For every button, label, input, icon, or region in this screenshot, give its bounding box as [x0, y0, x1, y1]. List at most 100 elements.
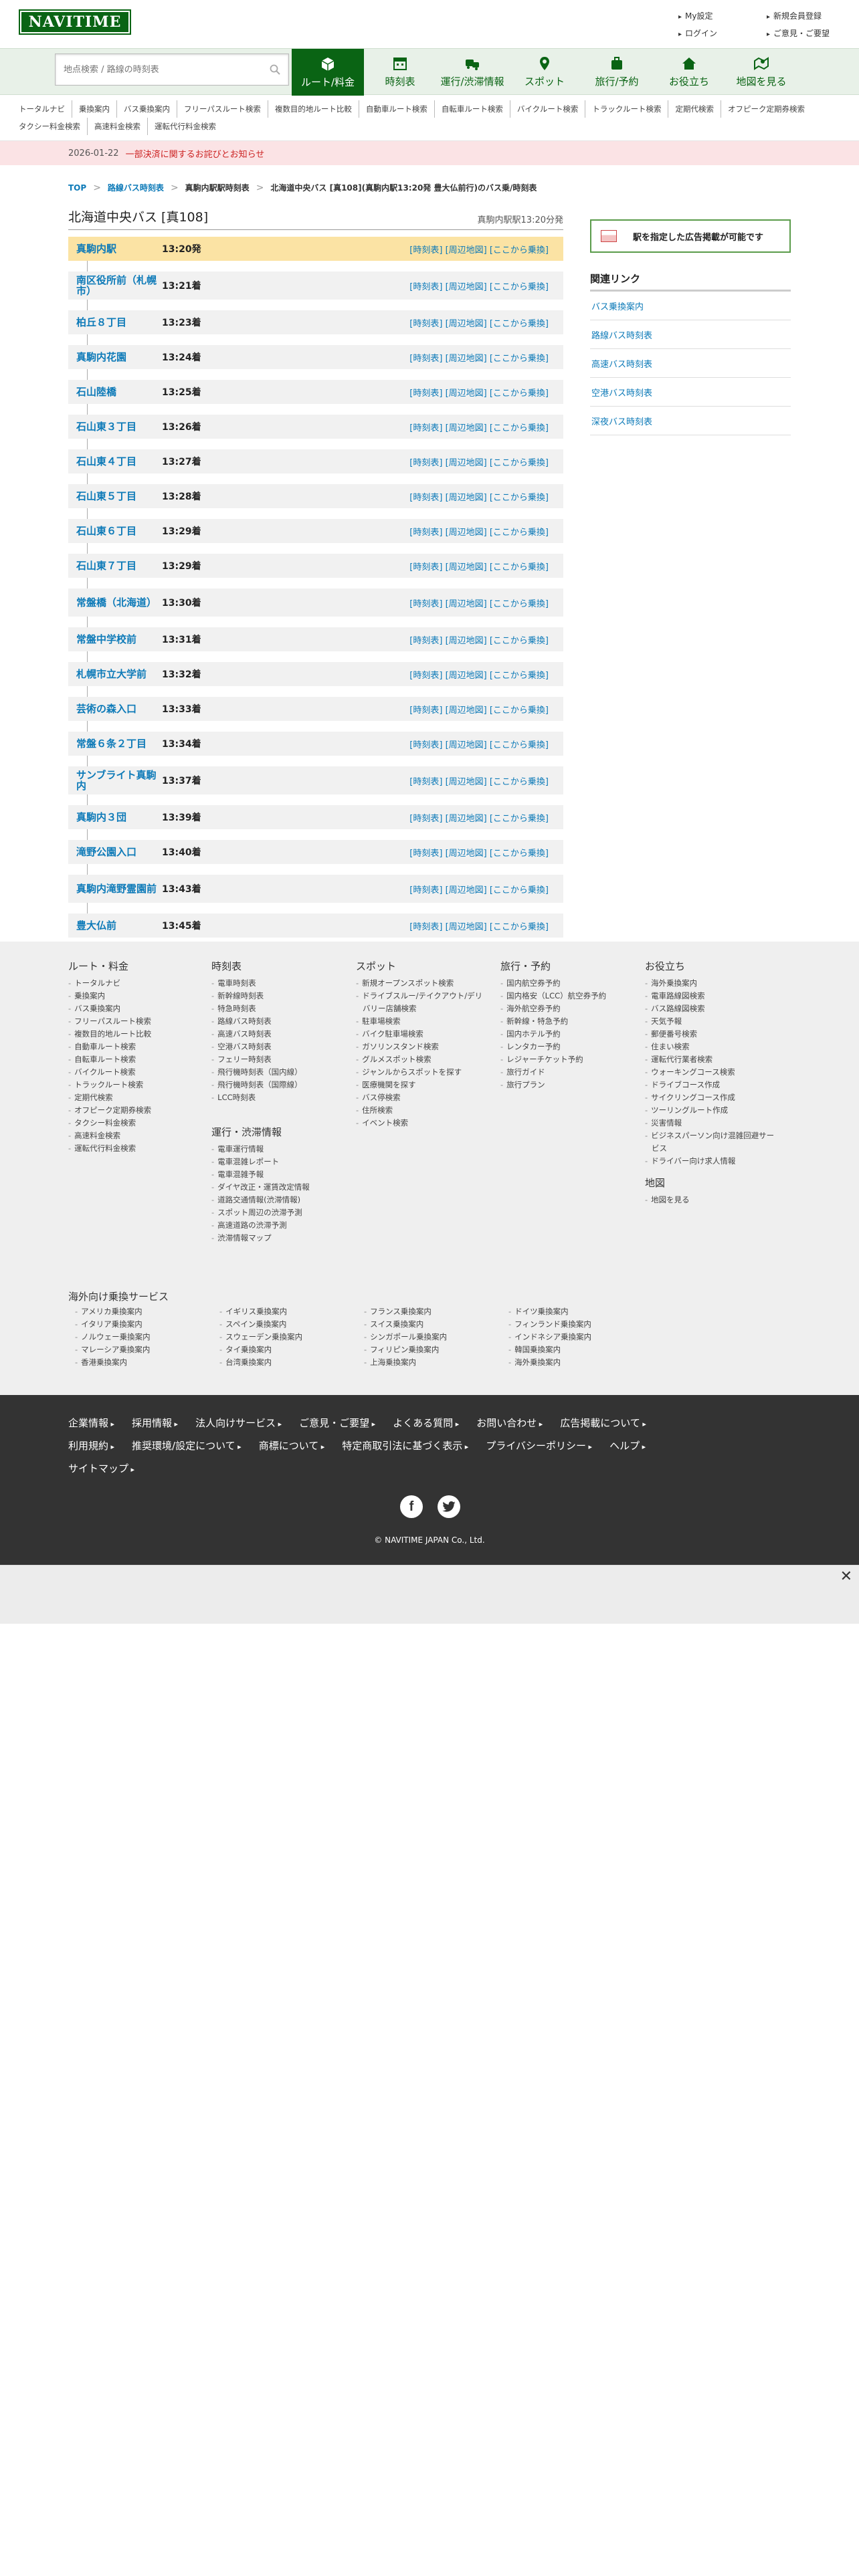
- footer-link[interactable]: 電車路線図検索: [645, 990, 779, 1002]
- ad-placement-button[interactable]: 駅を指定した広告掲載が可能です: [590, 219, 791, 253]
- subnav-item[interactable]: オフピーク定期券検索: [720, 100, 812, 118]
- footer-bottom-link[interactable]: 企業情報: [68, 1412, 114, 1435]
- footer-link[interactable]: バイク駐車場検索: [356, 1028, 490, 1041]
- footer-link[interactable]: スポット周辺の渋滞予測: [211, 1206, 345, 1219]
- feedback-link[interactable]: ご意見・ご要望: [767, 25, 830, 43]
- footer-link[interactable]: トータルナビ: [68, 977, 202, 990]
- close-icon[interactable]: ✕: [840, 1568, 852, 1585]
- stop-links[interactable]: [時刻表] [周辺地図] [ここから乗換]: [242, 883, 563, 895]
- footer-link[interactable]: 海外航空券予約: [500, 1002, 634, 1015]
- stop-links[interactable]: [時刻表] [周辺地図] [ここから乗換]: [242, 490, 563, 503]
- footer-link[interactable]: 旅行プラン: [500, 1079, 634, 1091]
- stop-links[interactable]: [時刻表] [周辺地図] [ここから乗換]: [242, 560, 563, 572]
- footer-link[interactable]: グルメスポット検索: [356, 1053, 490, 1066]
- stop-name[interactable]: 石山東４丁目: [68, 456, 162, 467]
- footer-link[interactable]: 国内航空券予約: [500, 977, 634, 990]
- subnav-item[interactable]: バイクルート検索: [509, 100, 585, 118]
- footer-bottom-link[interactable]: プライバシーポリシー: [486, 1435, 592, 1458]
- subnav-item[interactable]: バス乗換案内: [116, 100, 177, 118]
- stop-name[interactable]: 常盤６条２丁目: [68, 738, 162, 749]
- overseas-link[interactable]: スウェーデン乗換案内: [219, 1331, 302, 1344]
- footer-link[interactable]: 天気予報: [645, 1015, 779, 1028]
- footer-link[interactable]: 乗換案内: [68, 990, 202, 1002]
- footer-link[interactable]: バス乗換案内: [68, 1002, 202, 1015]
- tab-map[interactable]: 地図を見る: [725, 49, 797, 94]
- subnav-item[interactable]: トータルナビ: [12, 100, 72, 118]
- subnav-item[interactable]: 複数目的地ルート比較: [267, 100, 359, 118]
- footer-link[interactable]: 高速バス時刻表: [211, 1028, 345, 1041]
- footer-link[interactable]: 高速料金検索: [68, 1130, 202, 1142]
- subnav-item[interactable]: フリーパスルート検索: [177, 100, 268, 118]
- footer-link[interactable]: フリーパスルート検索: [68, 1015, 202, 1028]
- subnav-item[interactable]: 高速料金検索: [87, 118, 147, 135]
- footer-link[interactable]: タクシー料金検索: [68, 1117, 202, 1130]
- subnav-item[interactable]: トラックルート検索: [585, 100, 668, 118]
- footer-link[interactable]: ウォーキングコース検索: [645, 1066, 779, 1079]
- overseas-link[interactable]: 海外乗換案内: [508, 1356, 591, 1369]
- overseas-link[interactable]: マレーシア乗換案内: [75, 1344, 151, 1356]
- footer-link[interactable]: バス路線図検索: [645, 1002, 779, 1015]
- related-link[interactable]: 空港バス時刻表: [590, 378, 791, 407]
- stop-name[interactable]: 南区役所前（札幌市）: [68, 275, 162, 296]
- footer-bottom-link[interactable]: 商標について: [259, 1435, 325, 1458]
- tab-timetable[interactable]: 時刻表: [364, 49, 436, 94]
- overseas-link[interactable]: フィンランド乗換案内: [508, 1318, 591, 1331]
- stop-name[interactable]: 真駒内花園: [68, 352, 162, 362]
- footer-link[interactable]: 運転代行料金検索: [68, 1142, 202, 1155]
- footer-link[interactable]: レジャーチケット予約: [500, 1053, 634, 1066]
- footer-link[interactable]: サイクリングコース作成: [645, 1091, 779, 1104]
- footer-link[interactable]: 国内ホテル予約: [500, 1028, 634, 1041]
- stop-name[interactable]: 石山東７丁目: [68, 560, 162, 571]
- stop-links[interactable]: [時刻表] [周辺地図] [ここから乗換]: [242, 597, 563, 609]
- stop-name[interactable]: 石山東６丁目: [68, 526, 162, 536]
- subnav-item[interactable]: 運転代行料金検索: [147, 118, 223, 135]
- footer-link[interactable]: ドライバー向け求人情報: [645, 1155, 779, 1168]
- stop-links[interactable]: [時刻表] [周辺地図] [ここから乗換]: [242, 280, 563, 292]
- footer-link[interactable]: 運転代行業者検索: [645, 1053, 779, 1066]
- related-link[interactable]: 路線バス時刻表: [590, 320, 791, 349]
- stop-links[interactable]: [時刻表] [周辺地図] [ここから乗換]: [242, 316, 563, 329]
- stop-name[interactable]: 豊大仏前: [68, 920, 162, 931]
- subnav-item[interactable]: 自転車ルート検索: [434, 100, 510, 118]
- related-link[interactable]: バス乗換案内: [590, 292, 791, 320]
- footer-link[interactable]: イベント検索: [356, 1117, 490, 1130]
- overseas-link[interactable]: インドネシア乗換案内: [508, 1331, 591, 1344]
- stop-name[interactable]: 滝野公園入口: [68, 847, 162, 857]
- footer-bottom-link[interactable]: よくある質問: [393, 1412, 459, 1435]
- footer-link[interactable]: 空港バス時刻表: [211, 1041, 345, 1053]
- footer-link[interactable]: レンタカー予約: [500, 1041, 634, 1053]
- overseas-link[interactable]: イタリア乗換案内: [75, 1318, 151, 1331]
- footer-link[interactable]: 自転車ルート検索: [68, 1053, 202, 1066]
- breadcrumb-station[interactable]: 真駒内駅駅時刻表: [185, 182, 250, 193]
- subnav-item[interactable]: タクシー料金検索: [12, 118, 87, 135]
- my-settings-link[interactable]: My設定: [678, 8, 717, 25]
- footer-link[interactable]: 新幹線・特急予約: [500, 1015, 634, 1028]
- footer-link[interactable]: 電車時刻表: [211, 977, 345, 990]
- search-icon[interactable]: [270, 64, 280, 75]
- stop-links[interactable]: [時刻表] [周辺地図] [ここから乗換]: [242, 455, 563, 468]
- tab-spot[interactable]: スポット: [508, 49, 581, 94]
- stop-links[interactable]: [時刻表] [周辺地図] [ここから乗換]: [242, 738, 563, 750]
- stop-links[interactable]: [時刻表] [周辺地図] [ここから乗換]: [242, 811, 563, 824]
- footer-link[interactable]: LCC時刻表: [211, 1091, 345, 1104]
- breadcrumb-bus-timetable[interactable]: 路線バス時刻表: [108, 182, 164, 193]
- footer-link[interactable]: 郵便番号検索: [645, 1028, 779, 1041]
- footer-link[interactable]: 新幹線時刻表: [211, 990, 345, 1002]
- stop-links[interactable]: [時刻表] [周辺地図] [ここから乗換]: [242, 774, 563, 787]
- footer-bottom-link[interactable]: 採用情報: [132, 1412, 178, 1435]
- login-link[interactable]: ログイン: [678, 25, 717, 43]
- stop-links[interactable]: [時刻表] [周辺地図] [ここから乗換]: [242, 351, 563, 364]
- footer-link[interactable]: 飛行機時刻表（国内線）: [211, 1066, 345, 1079]
- overseas-link[interactable]: タイ乗換案内: [219, 1344, 302, 1356]
- twitter-icon[interactable]: [438, 1495, 460, 1518]
- footer-link[interactable]: フェリー時刻表: [211, 1053, 345, 1066]
- overseas-link[interactable]: フランス乗換案内: [364, 1305, 447, 1318]
- footer-bottom-link[interactable]: 法人向けサービス: [195, 1412, 282, 1435]
- overseas-link[interactable]: アメリカ乗換案内: [75, 1305, 151, 1318]
- stop-name[interactable]: 石山東５丁目: [68, 491, 162, 502]
- overseas-link[interactable]: シンガポール乗換案内: [364, 1331, 447, 1344]
- stop-links[interactable]: [時刻表] [周辺地図] [ここから乗換]: [242, 633, 563, 646]
- footer-link[interactable]: 渋滞情報マップ: [211, 1232, 345, 1245]
- footer-link[interactable]: 自動車ルート検索: [68, 1041, 202, 1053]
- footer-link[interactable]: 複数目的地ルート比較: [68, 1028, 202, 1041]
